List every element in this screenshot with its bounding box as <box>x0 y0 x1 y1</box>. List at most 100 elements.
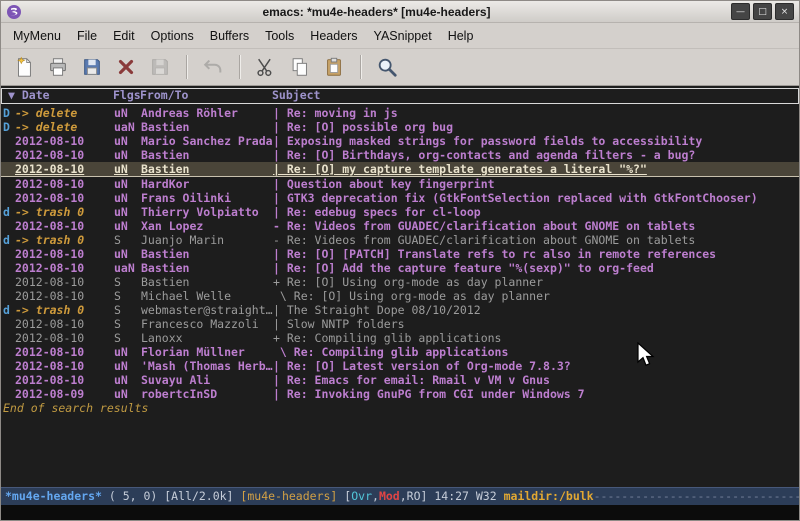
search-icon <box>376 56 398 78</box>
print-icon <box>47 56 69 78</box>
column-header-from[interactable]: From/To <box>140 89 272 103</box>
menu-item-help[interactable]: Help <box>440 26 482 46</box>
modeline-segment-plain: [ <box>337 489 351 503</box>
modeline-segment-plain: ,RO] <box>400 489 428 503</box>
message-date: 2012-08-10 <box>15 261 114 275</box>
close-buffer-button[interactable] <box>111 53 141 81</box>
message-date: 2012-08-10 <box>15 289 114 303</box>
menu-item-options[interactable]: Options <box>143 26 202 46</box>
message-date: 2012-08-10 <box>15 373 114 387</box>
search-button[interactable] <box>372 53 402 81</box>
message-mark <box>3 177 15 191</box>
message-row[interactable]: D-> deleteuNAndreas Röhler| Re: moving i… <box>1 106 799 120</box>
menu-item-tools[interactable]: Tools <box>257 26 302 46</box>
column-header-subject[interactable]: Subject <box>272 89 798 103</box>
message-from: Florian Müllner <box>141 345 273 359</box>
message-mark <box>3 148 15 162</box>
minimize-button[interactable]: — <box>731 3 750 20</box>
echo-area[interactable] <box>1 505 799 520</box>
cut-button[interactable] <box>251 53 281 81</box>
menu-item-file[interactable]: File <box>69 26 105 46</box>
menu-item-headers[interactable]: Headers <box>302 26 365 46</box>
modeline-segment-mode: [mu4e-headers] <box>240 489 337 503</box>
maximize-button[interactable]: □ <box>753 3 772 20</box>
message-row[interactable]: 2012-08-10uNXan Lopez- Re: Videos from G… <box>1 219 799 233</box>
message-mark <box>3 387 15 401</box>
message-row[interactable]: 2012-08-10uNBastien| Re: [O] [PATCH] Tra… <box>1 247 799 261</box>
message-subject: | GTK3 deprecation fix (GtkFontSelection… <box>273 191 799 205</box>
copy-icon <box>289 56 311 78</box>
message-from: Xan Lopez <box>141 219 273 233</box>
message-from: Mario Sanchez Prada <box>141 134 273 148</box>
menu-item-buffers[interactable]: Buffers <box>202 26 257 46</box>
message-row[interactable]: D-> deleteuaNBastien| Re: [O] possible o… <box>1 120 799 134</box>
message-mark: d <box>3 205 15 219</box>
message-date: 2012-08-10 <box>15 162 114 176</box>
message-flags: uN <box>114 359 141 373</box>
message-row[interactable]: 2012-08-09uNrobertcInSD| Re: Invoking Gn… <box>1 387 799 401</box>
modeline-segment-mod: Mod <box>379 489 400 503</box>
message-row[interactable]: 2012-08-10uNHardKor| Question about key … <box>1 177 799 191</box>
column-header-flags[interactable]: Flgs <box>113 89 140 103</box>
message-mark <box>3 345 15 359</box>
close-button[interactable]: × <box>775 3 794 20</box>
message-row[interactable]: d-> trash 0Swebmaster@straightd...| The … <box>1 303 799 317</box>
message-row[interactable]: 2012-08-10SBastien+ Re: [O] Using org-mo… <box>1 275 799 289</box>
menu-item-edit[interactable]: Edit <box>105 26 143 46</box>
column-header-date[interactable]: ▼ Date <box>2 89 113 103</box>
message-row[interactable]: 2012-08-10uNBastien| Re: [O] Birthdays, … <box>1 148 799 162</box>
message-row[interactable]: d-> trash 0uNThierry Volpiatto| Re: edeb… <box>1 205 799 219</box>
mode-line: *mu4e-headers* ( 5, 0) [All/2.0k] [mu4e-… <box>1 487 799 505</box>
menu-item-mymenu[interactable]: MyMenu <box>5 26 69 46</box>
message-row[interactable]: 2012-08-10uNMario Sanchez Prada| Exposin… <box>1 134 799 148</box>
message-date: 2012-08-10 <box>15 219 114 233</box>
message-date: 2012-08-10 <box>15 317 114 331</box>
message-row[interactable]: 2012-08-10uNSuvayu Ali| Re: Emacs for em… <box>1 373 799 387</box>
menu-item-yasnippet[interactable]: YASnippet <box>366 26 440 46</box>
menu-bar: MyMenuFileEditOptionsBuffersToolsHeaders… <box>1 23 799 49</box>
message-mark <box>3 359 15 373</box>
toolbar-separator <box>360 55 361 79</box>
message-row[interactable]: d-> trash 0SJuanjo Marin- Re: Videos fro… <box>1 233 799 247</box>
message-row[interactable]: 2012-08-10uN'Mash (Thomas Herbert)| Re: … <box>1 359 799 373</box>
message-from: Bastien <box>141 247 273 261</box>
message-row[interactable]: 2012-08-10SMichael Welle \ Re: [O] Using… <box>1 289 799 303</box>
save-icon <box>81 56 103 78</box>
message-date: 2012-08-10 <box>15 177 114 191</box>
message-mark <box>3 275 15 289</box>
close-icon <box>115 56 137 78</box>
message-flags: uN <box>114 205 141 219</box>
copy-button[interactable] <box>285 53 315 81</box>
message-row[interactable]: 2012-08-10uNFlorian Müllner \ Re: Compil… <box>1 345 799 359</box>
message-flags: S <box>114 317 141 331</box>
message-row[interactable]: 2012-08-10SFrancesco Mazzoli| Slow NNTP … <box>1 317 799 331</box>
message-flags: uN <box>114 345 141 359</box>
message-row[interactable]: 2012-08-10SLanoxx+ Re: Compiling glib ap… <box>1 331 799 345</box>
message-subject: | Re: [O] Add the capture feature "%(sex… <box>273 261 799 275</box>
message-subject: | Re: [O] Birthdays, org-contacts and ag… <box>273 148 799 162</box>
message-from: Suvayu Ali <box>141 373 273 387</box>
message-list: D-> deleteuNAndreas Röhler| Re: moving i… <box>1 106 799 401</box>
window-controls: —□× <box>731 3 794 20</box>
message-date: -> delete <box>15 106 114 120</box>
message-flags: uN <box>114 387 141 401</box>
window-title: emacs: *mu4e-headers* [mu4e-headers] <box>22 5 731 19</box>
new-file-icon <box>13 56 35 78</box>
message-mark <box>3 373 15 387</box>
message-date: 2012-08-10 <box>15 331 114 345</box>
message-row[interactable]: 2012-08-10uaNBastien| Re: [O] Add the ca… <box>1 261 799 275</box>
message-date: 2012-08-10 <box>15 134 114 148</box>
print-button[interactable] <box>43 53 73 81</box>
message-mark: d <box>3 303 15 317</box>
message-row[interactable]: 2012-08-10uNBastien| Re: [O] my capture … <box>1 162 799 177</box>
message-row[interactable]: 2012-08-10uNFrans Oilinki| GTK3 deprecat… <box>1 191 799 205</box>
message-flags: S <box>114 233 141 247</box>
modeline-segment-dashes: ---------------------------------------- <box>594 489 799 503</box>
paste-button[interactable] <box>319 53 349 81</box>
message-flags: uN <box>114 134 141 148</box>
new-file-button[interactable] <box>9 53 39 81</box>
save-button[interactable] <box>77 53 107 81</box>
message-flags: S <box>114 303 141 317</box>
message-subject: \ Re: Compiling glib applications <box>273 345 799 359</box>
message-from: Juanjo Marin <box>141 233 273 247</box>
